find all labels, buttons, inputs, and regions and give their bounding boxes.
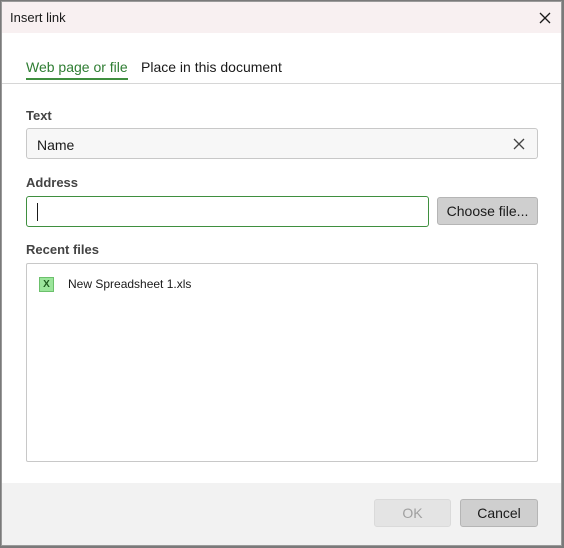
spreadsheet-icon: X (39, 276, 54, 292)
tab-place-in-this-document[interactable]: Place in this document (141, 59, 282, 79)
dialog-footer: OK Cancel (2, 483, 561, 545)
close-icon (539, 12, 551, 23)
text-caret (37, 203, 38, 221)
text-label: Text (26, 108, 52, 123)
file-name: New Spreadsheet 1.xls (68, 277, 192, 291)
clear-icon (513, 138, 525, 150)
text-field[interactable]: Name (26, 128, 538, 159)
address-label: Address (26, 175, 79, 190)
choose-file-button[interactable]: Choose file... (437, 197, 538, 225)
close-button[interactable] (531, 4, 559, 31)
clear-text-button[interactable] (511, 136, 527, 152)
dialog-title: Insert link (10, 10, 66, 25)
tab-bar: Web page or file Place in this document (2, 33, 561, 84)
tab-web-page-or-file[interactable]: Web page or file (26, 59, 128, 80)
recent-files-list[interactable]: X New Spreadsheet 1.xls (26, 263, 538, 462)
title-bar: Insert link (2, 2, 561, 33)
cancel-button[interactable]: Cancel (460, 499, 538, 527)
ok-button[interactable]: OK (374, 499, 451, 527)
insert-link-dialog: Insert link Web page or file Place in th… (1, 1, 562, 546)
text-field-value: Name (37, 137, 75, 153)
address-input[interactable] (26, 196, 429, 227)
list-item[interactable]: X New Spreadsheet 1.xls (39, 275, 191, 293)
recent-files-label: Recent files (26, 242, 99, 257)
